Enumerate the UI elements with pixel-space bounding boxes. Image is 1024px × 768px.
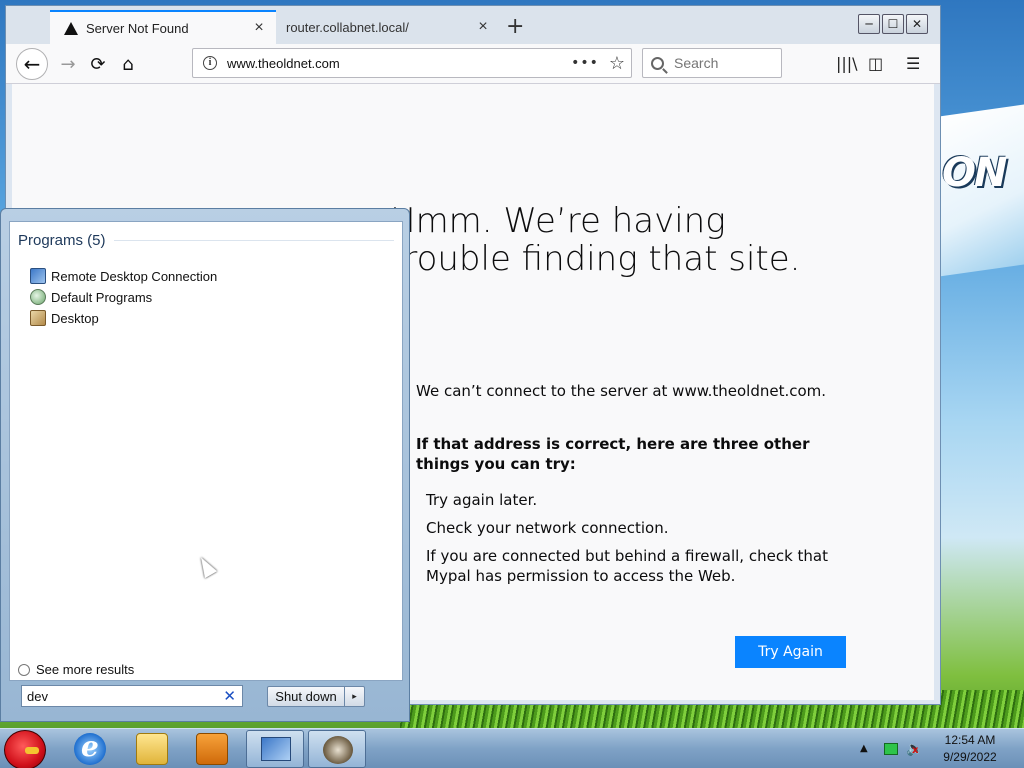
bookmark-star-icon[interactable]: ☆ <box>609 53 625 74</box>
reload-button[interactable]: ⟳ <box>84 50 112 78</box>
tab-close-icon[interactable]: × <box>474 18 492 36</box>
list-item: Try again later. <box>426 491 538 509</box>
folder-icon[interactable] <box>136 733 168 765</box>
taskbar: ▲ 🔈 x 12:54 AM 9/29/2022 <box>0 728 1024 768</box>
url-text[interactable]: www.theoldnet.com <box>227 56 571 71</box>
start-search-input[interactable] <box>22 688 224 704</box>
see-more-results-link[interactable]: See more results <box>18 662 134 677</box>
menu-icon[interactable]: ☰ <box>906 54 920 73</box>
tab-router[interactable]: router.collabnet.local/ × <box>278 10 500 44</box>
back-button[interactable]: ← <box>16 48 48 80</box>
tab-server-not-found[interactable]: Server Not Found × <box>50 10 276 44</box>
default-programs-icon <box>30 289 46 305</box>
programs-section-header: Programs (5) <box>18 232 394 249</box>
start-menu-results-panel: Programs (5) Remote Desktop Connection D… <box>9 221 403 681</box>
error-description: We can’t connect to the server at www.th… <box>416 382 827 400</box>
page-actions-icon[interactable]: ••• <box>571 55 599 71</box>
see-more-label: See more results <box>36 662 135 677</box>
clock-time: 12:54 AM <box>944 733 996 747</box>
wallpaper-logo: ON <box>942 150 1007 196</box>
warning-icon <box>64 21 78 35</box>
volume-icon[interactable]: 🔈 x <box>906 741 923 757</box>
taskbar-remote-desktop-button[interactable] <box>246 730 304 768</box>
home-button[interactable]: ⌂ <box>114 50 142 78</box>
suggestion-list: Try again later. Check your network conn… <box>426 490 836 594</box>
header-divider <box>113 240 394 241</box>
try-again-button[interactable]: Try Again <box>735 636 846 668</box>
error-advice: If that address is correct, here are thr… <box>416 435 810 473</box>
list-item: Check your network connection. <box>426 519 669 537</box>
sidebar-icon[interactable]: ◫ <box>868 54 883 73</box>
mypal-browser-icon <box>323 736 353 764</box>
minimize-button[interactable]: ─ <box>858 14 880 34</box>
search-icon <box>651 56 664 70</box>
error-title: Hmm. We’re having trouble finding that s… <box>390 202 870 278</box>
taskbar-mypal-button[interactable] <box>308 730 366 768</box>
shut-down-button[interactable]: Shut down <box>267 686 345 707</box>
error-title-line2: trouble finding that site. <box>390 239 801 279</box>
library-icon[interactable]: |||\ <box>836 54 858 73</box>
clock-date: 9/29/2022 <box>943 750 997 764</box>
program-desktop[interactable]: Desktop <box>30 310 99 326</box>
shut-down-options-arrow[interactable]: ▸ <box>345 686 365 707</box>
start-menu: Programs (5) Remote Desktop Connection D… <box>0 208 410 722</box>
program-label: Desktop <box>51 310 99 326</box>
search-input[interactable] <box>674 55 774 71</box>
tab-title: Server Not Found <box>86 20 189 36</box>
program-default-programs[interactable]: Default Programs <box>30 289 152 305</box>
search-icon <box>18 663 30 676</box>
new-tab-button[interactable]: + <box>506 14 524 39</box>
navigation-bar: ← → ⟳ ⌂ i www.theoldnet.com ••• ☆ |||\ ◫… <box>6 44 940 84</box>
programs-header-label: Programs (5) <box>18 232 106 249</box>
tab-title: router.collabnet.local/ <box>286 19 409 35</box>
url-bar[interactable]: i www.theoldnet.com ••• ☆ <box>192 48 632 78</box>
start-search-box[interactable]: ✕ <box>21 685 243 707</box>
tab-bar: Server Not Found × router.collabnet.loca… <box>6 6 940 44</box>
tab-close-icon[interactable]: × <box>250 19 268 37</box>
clear-search-icon[interactable]: ✕ <box>223 687 236 705</box>
show-hidden-icons-button[interactable]: ▲ <box>860 743 868 754</box>
window-controls: ─ ☐ ✕ <box>858 14 928 34</box>
search-box[interactable] <box>642 48 782 78</box>
start-orb-icon[interactable] <box>4 730 46 768</box>
list-item: If you are connected but behind a firewa… <box>426 547 828 585</box>
program-label: Remote Desktop Connection <box>51 268 218 284</box>
program-label: Default Programs <box>51 289 153 305</box>
error-title-line1: Hmm. We’re having <box>390 201 726 241</box>
program-remote-desktop-connection[interactable]: Remote Desktop Connection <box>30 268 217 284</box>
desktop-icon <box>30 310 46 326</box>
forward-button[interactable]: → <box>54 50 82 78</box>
media-player-icon[interactable] <box>196 733 228 765</box>
system-clock[interactable]: 12:54 AM 9/29/2022 <box>932 732 1008 766</box>
close-window-button[interactable]: ✕ <box>906 14 928 34</box>
internet-explorer-icon[interactable] <box>74 730 106 765</box>
network-icon[interactable] <box>884 743 898 755</box>
maximize-button[interactable]: ☐ <box>882 14 904 34</box>
remote-desktop-icon <box>30 268 46 284</box>
site-info-icon[interactable]: i <box>203 56 217 70</box>
mute-icon: x <box>912 745 919 756</box>
remote-desktop-icon <box>261 737 291 761</box>
